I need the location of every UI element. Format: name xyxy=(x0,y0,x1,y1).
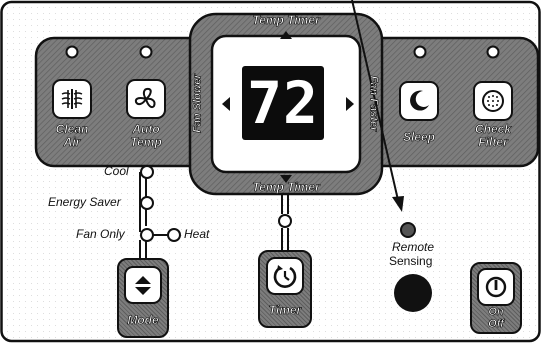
dial-top-label: Temp Timer xyxy=(252,13,320,27)
sleep-button[interactable] xyxy=(399,81,439,121)
cool-led xyxy=(140,165,154,179)
remote-sensing-label-line2: Sensing xyxy=(389,254,433,268)
timer-led xyxy=(278,214,292,228)
clock-timer-icon xyxy=(273,265,297,288)
energy-saver-label: Energy Saver xyxy=(48,195,121,209)
remote-sensing-led xyxy=(400,222,416,238)
on-off-label: On Off xyxy=(488,306,504,331)
up-down-arrows-icon xyxy=(135,276,151,295)
remote-sensor xyxy=(394,274,432,312)
fan-only-label: Fan Only xyxy=(76,227,125,241)
timer-label: Timer xyxy=(268,303,302,317)
crescent-moon-icon xyxy=(410,90,429,111)
sleep-led xyxy=(413,45,427,59)
air-filter-icon xyxy=(61,89,83,109)
heat-led xyxy=(167,228,181,242)
dial-bottom-label: Temp Timer xyxy=(252,180,320,194)
check-filter-led xyxy=(486,45,500,59)
auto-temp-button[interactable] xyxy=(126,79,166,119)
clean-air-button[interactable] xyxy=(52,79,92,119)
check-filter-button[interactable] xyxy=(473,81,513,121)
check-filter-label: Check Filter xyxy=(474,122,512,149)
dial-left-label: Fan Slower xyxy=(191,74,204,133)
mode-button[interactable] xyxy=(124,266,162,304)
timer-button[interactable] xyxy=(266,257,304,295)
dial-right-label: Fan Faster xyxy=(367,75,380,132)
mode-label: Mode xyxy=(127,313,159,327)
energy-saver-led xyxy=(140,196,154,210)
clean-air-led xyxy=(65,45,79,59)
auto-temp-led xyxy=(139,45,153,59)
temperature-display: 72 xyxy=(242,66,324,140)
fan-only-led xyxy=(140,228,154,242)
fan-swirl-icon xyxy=(134,87,156,109)
power-icon xyxy=(485,276,507,298)
cool-label: Cool xyxy=(104,164,129,178)
heat-label: Heat xyxy=(184,227,210,241)
auto-temp-label: Auto Temp xyxy=(130,122,162,149)
control-panel-diagram: 72 Temp Timer Temp Timer Fan Slower Fan … xyxy=(0,0,543,343)
filter-mesh-icon xyxy=(482,90,504,112)
remote-sensing-label-line1: Remote xyxy=(392,240,435,254)
clean-air-label: Clean Air xyxy=(55,122,89,149)
on-off-button[interactable] xyxy=(477,268,515,306)
temperature-value: 72 xyxy=(247,69,319,137)
sleep-label: Sleep xyxy=(402,130,436,144)
